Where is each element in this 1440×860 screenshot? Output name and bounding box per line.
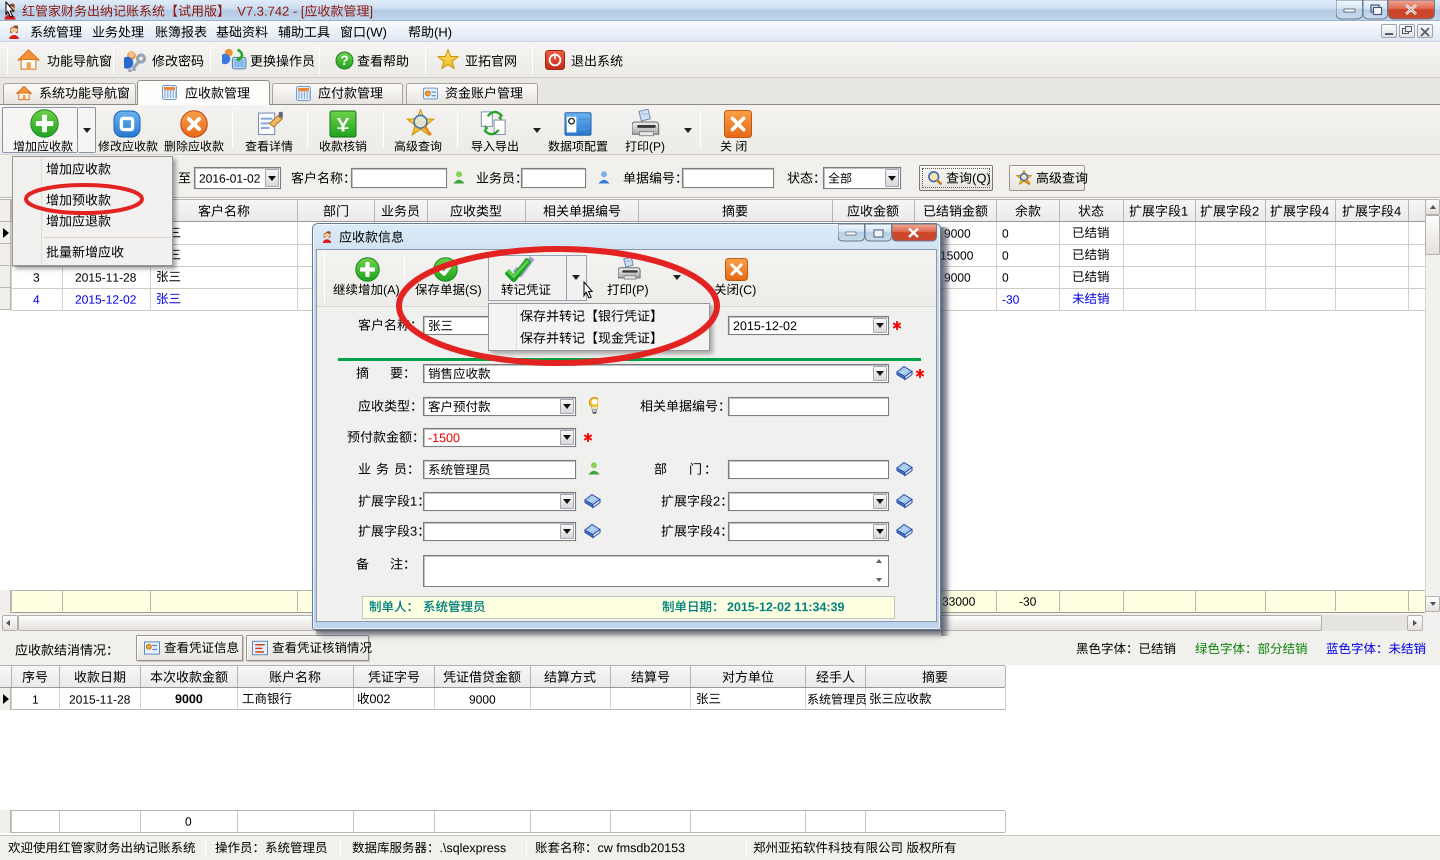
svg-text:Y: Y — [336, 114, 349, 136]
svg-text:?: ? — [340, 53, 348, 68]
